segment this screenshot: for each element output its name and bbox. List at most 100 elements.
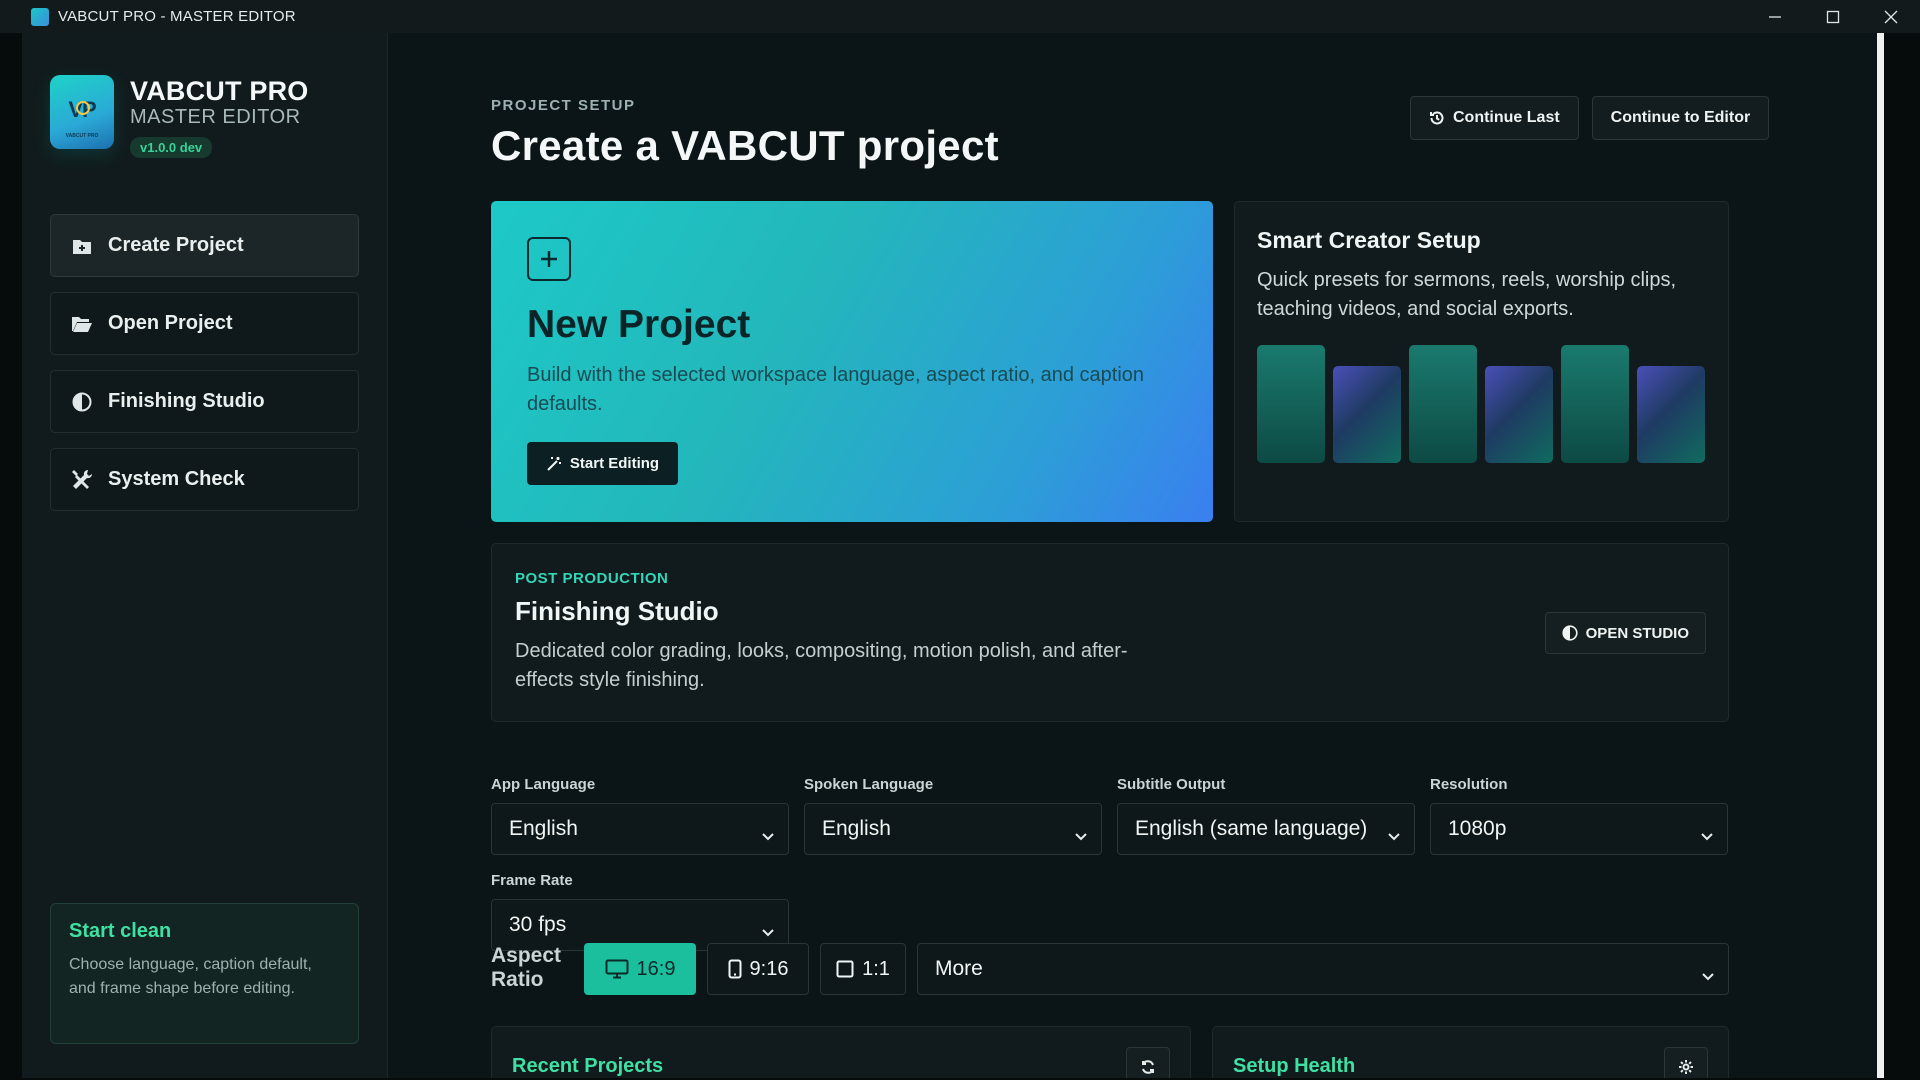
- maximize-button[interactable]: [1804, 0, 1862, 33]
- finishing-kicker: POST PRODUCTION: [515, 570, 669, 587]
- subtitle-output-value: English (same language): [1135, 817, 1368, 840]
- sidebar-item-label: Create Project: [108, 234, 244, 256]
- preset-tile[interactable]: [1409, 345, 1477, 463]
- folder-open-icon: [71, 313, 93, 335]
- new-project-card[interactable]: New Project Build with the selected work…: [491, 201, 1213, 522]
- preset-tile[interactable]: [1561, 345, 1629, 463]
- aspect-more-value: More: [935, 957, 983, 980]
- open-studio-button[interactable]: OPEN STUDIO: [1544, 612, 1706, 654]
- chevron-down-icon: [761, 920, 775, 944]
- finishing-description: Dedicated color grading, looks, composit…: [515, 640, 1128, 691]
- frame-rate-value: 30 fps: [509, 913, 567, 936]
- gear-icon: [1679, 1060, 1693, 1074]
- brand-logo: VP VABCUT PRO: [50, 75, 114, 149]
- start-clean-title: Start clean: [69, 920, 172, 942]
- vertical-scrollbar[interactable]: [1877, 33, 1884, 1078]
- aspect-9-16-label: 9:16: [749, 957, 789, 980]
- continue-editor-label: Continue to Editor: [1610, 109, 1751, 126]
- start-clean-text: Choose language, caption default, and fr…: [69, 956, 312, 997]
- preset-tile[interactable]: [1333, 366, 1401, 463]
- resolution-select[interactable]: 1080p: [1430, 803, 1728, 855]
- history-icon: [1430, 111, 1444, 125]
- resolution-label: Resolution: [1430, 776, 1508, 793]
- chevron-down-icon: [1701, 964, 1715, 988]
- half-circle-icon: [71, 391, 93, 413]
- aspect-1-1-label: 1:1: [862, 957, 890, 980]
- recent-projects-panel: Recent Projects: [491, 1026, 1191, 1078]
- page-eyebrow: PROJECT SETUP: [491, 97, 636, 114]
- smart-setup-title: Smart Creator Setup: [1257, 227, 1481, 253]
- preset-tile[interactable]: [1485, 366, 1553, 463]
- app-window: VP VABCUT PRO VABCUT PRO MASTER EDITOR v…: [22, 33, 1884, 1078]
- app-language-select[interactable]: English: [491, 803, 789, 855]
- subtitle-output-select[interactable]: English (same language): [1117, 803, 1415, 855]
- monitor-icon: [605, 959, 629, 979]
- finishing-studio-card: POST PRODUCTION Finishing Studio Dedicat…: [491, 543, 1729, 722]
- open-studio-label: OPEN STUDIO: [1585, 624, 1689, 642]
- sidebar-item-label: Finishing Studio: [108, 390, 265, 412]
- sidebar-item-finishing-studio[interactable]: Finishing Studio: [50, 370, 359, 433]
- logo-caption: VABCUT PRO: [65, 133, 99, 139]
- page-title: Create a VABCUT project: [491, 122, 999, 169]
- refresh-icon: [1142, 1060, 1154, 1074]
- chevron-down-icon: [1700, 824, 1714, 848]
- square-icon: [836, 960, 854, 978]
- aspect-ratio-label: Aspect Ratio: [491, 944, 562, 991]
- sidebar-item-open-project[interactable]: Open Project: [50, 292, 359, 355]
- window-title: VABCUT PRO - MASTER EDITOR: [58, 8, 296, 25]
- minimize-icon: [1769, 15, 1781, 18]
- version-badge: v1.0.0 dev: [130, 137, 213, 158]
- preset-tiles: [1257, 345, 1705, 463]
- sidebar-item-system-check[interactable]: System Check: [50, 448, 359, 511]
- brand-text: VABCUT PRO MASTER EDITOR v1.0.0 dev: [130, 75, 309, 158]
- main-content: PROJECT SETUP Create a VABCUT project Co…: [388, 33, 1884, 1078]
- continue-last-button[interactable]: Continue Last: [1410, 96, 1579, 140]
- start-editing-button[interactable]: Start Editing: [527, 442, 678, 485]
- sidebar-item-create-project[interactable]: Create Project: [50, 214, 359, 277]
- sidebar-item-label: Open Project: [108, 312, 233, 334]
- chevron-down-icon: [761, 824, 775, 848]
- frame-rate-label: Frame Rate: [491, 872, 573, 889]
- window-controls: [1746, 0, 1920, 33]
- aspect-16-9-button[interactable]: 16:9: [584, 943, 696, 995]
- close-button[interactable]: [1862, 0, 1920, 33]
- minimize-button[interactable]: [1746, 0, 1804, 33]
- smart-setup-description: Quick presets for sermons, reels, worshi…: [1257, 269, 1677, 320]
- spoken-language-value: English: [822, 817, 891, 840]
- smart-creator-card: Smart Creator Setup Quick presets for se…: [1234, 201, 1729, 522]
- close-icon: [1884, 10, 1898, 23]
- sidebar-item-label: System Check: [108, 468, 245, 490]
- chevron-down-icon: [1074, 824, 1088, 848]
- settings-button[interactable]: [1664, 1047, 1708, 1078]
- chevron-down-icon: [1387, 824, 1401, 848]
- magic-wand-icon: [547, 456, 561, 471]
- add-box-icon: [71, 235, 93, 257]
- start-editing-label: Start Editing: [569, 455, 660, 472]
- subtitle-output-label: Subtitle Output: [1117, 776, 1226, 793]
- new-project-description: Build with the selected workspace langua…: [527, 364, 1145, 415]
- title-bar: VABCUT PRO - MASTER EDITOR: [0, 0, 1920, 33]
- setup-health-title: Setup Health: [1233, 1055, 1356, 1077]
- logo-ring: [76, 101, 90, 115]
- refresh-button[interactable]: [1126, 1047, 1170, 1078]
- continue-last-label: Continue Last: [1453, 109, 1560, 126]
- preset-tile[interactable]: [1637, 366, 1705, 463]
- recent-projects-title: Recent Projects: [512, 1055, 664, 1077]
- sidebar: VP VABCUT PRO VABCUT PRO MASTER EDITOR v…: [22, 33, 388, 1078]
- spoken-language-label: Spoken Language: [804, 776, 934, 793]
- brand-subtitle: MASTER EDITOR: [130, 106, 301, 128]
- aspect-more-select[interactable]: More: [917, 943, 1729, 995]
- aspect-9-16-button[interactable]: 9:16: [707, 943, 809, 995]
- app-language-label: App Language: [491, 776, 596, 793]
- aspect-1-1-button[interactable]: 1:1: [820, 943, 906, 995]
- resolution-value: 1080p: [1448, 817, 1507, 840]
- continue-editor-button[interactable]: Continue to Editor: [1591, 96, 1770, 140]
- tools-icon: [71, 469, 93, 491]
- aspect-16-9-label: 16:9: [636, 957, 676, 980]
- brand: VP VABCUT PRO VABCUT PRO MASTER EDITOR v…: [50, 75, 309, 158]
- setup-health-panel: Setup Health: [1212, 1026, 1729, 1078]
- preset-tile[interactable]: [1257, 345, 1325, 463]
- start-clean-tip: Start clean Choose language, caption def…: [50, 903, 359, 1044]
- spoken-language-select[interactable]: English: [804, 803, 1102, 855]
- plus-icon: [527, 237, 571, 281]
